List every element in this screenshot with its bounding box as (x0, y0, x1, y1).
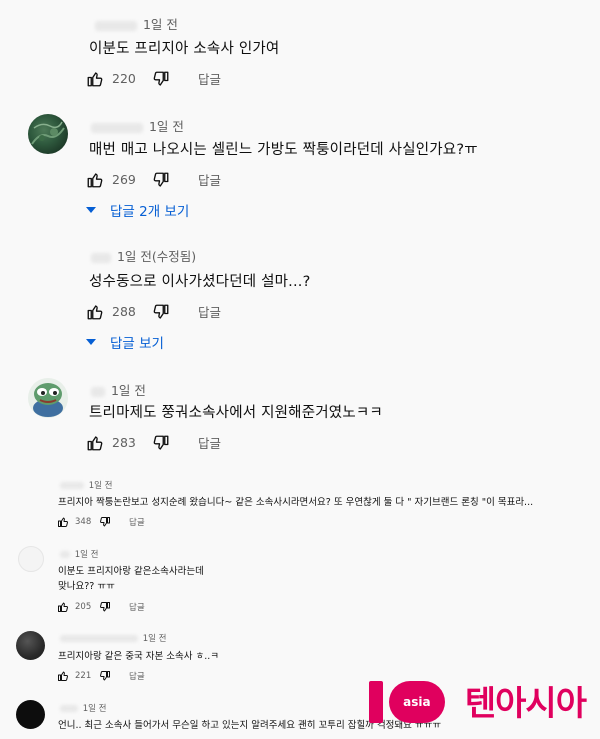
comment-meta: 1일 전 (95, 14, 178, 33)
thumbs-down-icon[interactable] (152, 303, 170, 321)
brand-name: 텐아시아 (464, 684, 587, 724)
thumbs-down-icon[interactable] (152, 434, 170, 452)
reply-button[interactable]: 답글 (198, 170, 221, 189)
avatar[interactable] (28, 114, 68, 154)
reply-button[interactable]: 답글 (129, 670, 145, 682)
comment-time: 1일 전 (142, 17, 178, 32)
comment-actions: 221 답글 (57, 670, 145, 682)
view-replies-button[interactable]: 답글 보기 (86, 332, 164, 352)
redacted-username (91, 252, 111, 263)
comment-text: 프리지아랑 같은 중국 자본 소속사 ㅎ..ㅋ (58, 651, 219, 662)
logo-one (368, 681, 383, 723)
like-count: 205 (75, 602, 92, 612)
avatar-image (33, 383, 63, 417)
watermark-logo: asia 텐아시아 (368, 681, 587, 725)
thumbs-down-icon[interactable] (99, 601, 111, 613)
redacted-username (91, 386, 105, 397)
comment-actions: 269 답글 (86, 170, 221, 189)
logo-zero: asia (388, 681, 445, 723)
comment-meta: 1일 전 (60, 632, 166, 644)
thumbs-up-icon[interactable] (57, 516, 69, 528)
comment-actions: 288 답글 (86, 302, 221, 321)
like-count: 269 (112, 172, 136, 187)
like-count: 220 (112, 71, 136, 86)
comment-time: 1일 전 (88, 481, 113, 491)
redacted-username (60, 551, 70, 558)
view-replies-label: 답글 보기 (110, 336, 164, 352)
thumbs-down-icon[interactable] (152, 70, 170, 88)
like-count: 348 (75, 517, 92, 527)
comment-time: 1일 전 (142, 634, 167, 644)
comment-text: 트리마제도 쭝궈소속사에서 지원해준거였노ㅋㅋ (89, 405, 383, 421)
comment-time: 1일 전(수정됨) (116, 249, 197, 264)
comment-meta: 1일 전 (60, 702, 106, 714)
comment-actions: 220 답글 (86, 69, 221, 88)
view-replies-button[interactable]: 답글 2개 보기 (86, 200, 189, 220)
comment-text: 매번 매고 나오시는 셀린느 가방도 짝퉁이라던데 사실인가요?ㅠ (89, 142, 478, 158)
thumbs-up-icon[interactable] (57, 601, 69, 613)
avatar[interactable] (16, 700, 45, 729)
avatar-image (31, 121, 65, 145)
avatar[interactable] (18, 546, 44, 572)
reply-button[interactable]: 답글 (198, 433, 221, 452)
thumbs-up-icon[interactable] (86, 171, 104, 189)
reply-button[interactable]: 답글 (129, 516, 145, 528)
comment-meta: 1일 전 (91, 116, 184, 135)
redacted-username (60, 635, 138, 642)
thumbs-down-icon[interactable] (152, 171, 170, 189)
comment-time: 1일 전 (148, 119, 184, 134)
like-count: 288 (112, 304, 136, 319)
comment-actions: 283 답글 (86, 433, 221, 452)
view-replies-label: 답글 2개 보기 (110, 204, 190, 220)
avatar[interactable] (16, 631, 45, 660)
logo-asia: asia (403, 695, 431, 709)
reply-button[interactable]: 답글 (198, 302, 221, 321)
comment-meta: 1일 전 (60, 479, 112, 491)
thumbs-down-icon[interactable] (99, 516, 111, 528)
caret-down-icon (86, 339, 96, 345)
comment-time: 1일 전 (82, 704, 107, 714)
comment-text: 프리지아 짝퉁논란보고 성지순례 왔습니다~ 같은 소속사시라면서요? 또 우연… (58, 497, 534, 508)
comment-actions: 205 답글 (57, 601, 145, 613)
thumbs-up-icon[interactable] (86, 70, 104, 88)
comment-meta: 1일 전(수정됨) (91, 246, 196, 265)
like-count: 221 (75, 671, 92, 681)
like-count: 283 (112, 435, 136, 450)
ten-logo: asia (368, 681, 461, 725)
comment-actions: 348 답글 (57, 516, 145, 528)
comment-text: 이분도 프리지아 소속사 인가여 (89, 41, 280, 57)
thumbs-down-icon[interactable] (99, 670, 111, 682)
reply-button[interactable]: 답글 (198, 69, 221, 88)
thumbs-up-icon[interactable] (86, 303, 104, 321)
thumbs-up-icon[interactable] (86, 434, 104, 452)
caret-down-icon (86, 207, 96, 213)
comment-text: 성수동으로 이사가셨다던데 설마...? (89, 274, 311, 290)
thumbs-up-icon[interactable] (57, 670, 69, 682)
comment-text: 맞나요?? ㅠㅠ (58, 581, 115, 592)
comment-text: 이분도 프리지아랑 같은소속사라는데 (58, 566, 204, 577)
redacted-username (60, 705, 78, 712)
redacted-username (91, 122, 143, 133)
avatar[interactable] (28, 378, 68, 418)
redacted-username (60, 482, 84, 489)
comment-meta: 1일 전 (91, 380, 146, 399)
reply-button[interactable]: 답글 (129, 601, 145, 613)
comment-time: 1일 전 (110, 383, 146, 398)
redacted-username (95, 20, 137, 31)
comment-time: 1일 전 (74, 550, 99, 560)
comment-meta: 1일 전 (60, 548, 98, 560)
